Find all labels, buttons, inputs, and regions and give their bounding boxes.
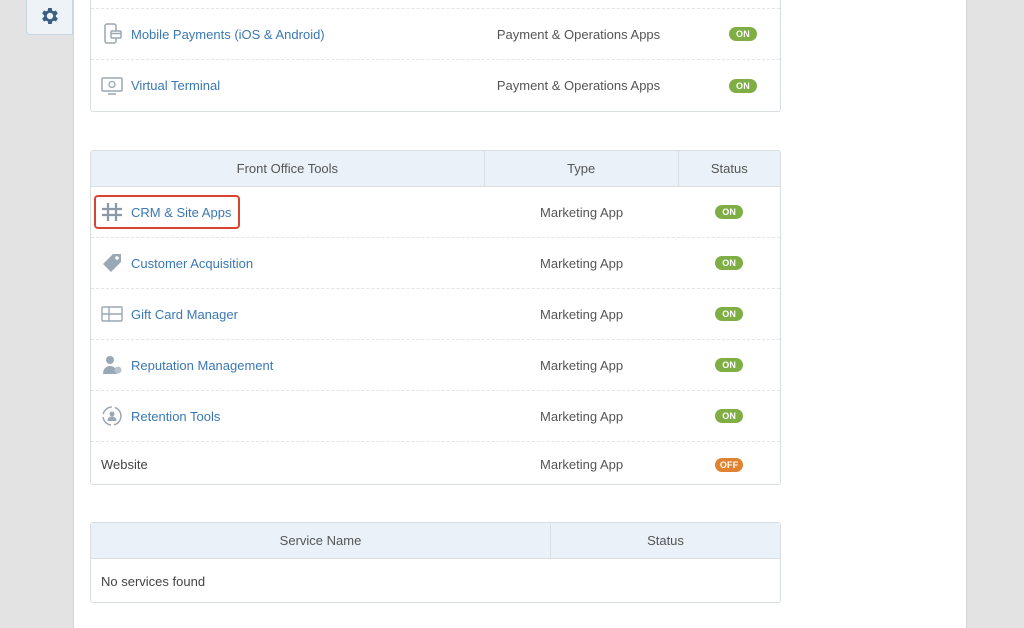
type-cell: Marketing App <box>540 457 624 472</box>
table-row: Website Marketing App OFF <box>91 442 780 484</box>
gift-card-manager-link[interactable]: Gift Card Manager <box>131 307 238 322</box>
mobile-payments-link[interactable]: Mobile Payments (iOS & Android) <box>131 27 325 42</box>
payment-apps-table: Mobile Payments (iOS & Android) Payment … <box>90 0 781 112</box>
crm-site-apps-link[interactable]: CRM & Site Apps <box>131 205 231 220</box>
table-row: Customer Acquisition Marketing App ON <box>91 238 780 289</box>
table-row: Reputation Management Marketing App ON <box>91 340 780 391</box>
status-badge[interactable]: ON <box>729 78 757 93</box>
settings-tab[interactable] <box>26 0 73 35</box>
table-row: Mobile Payments (iOS & Android) Payment … <box>91 9 780 60</box>
status-badge[interactable]: ON <box>715 205 744 219</box>
column-header-name[interactable]: Front Office Tools <box>91 151 485 186</box>
status-badge[interactable]: OFF <box>715 457 744 472</box>
gear-icon <box>39 5 61 30</box>
virtual-terminal-icon <box>101 75 123 97</box>
virtual-terminal-link[interactable]: Virtual Terminal <box>131 78 220 93</box>
gift-card-icon <box>101 303 123 325</box>
column-header-type[interactable]: Type <box>485 151 679 186</box>
table-row: Retention Tools Marketing App ON <box>91 391 780 442</box>
status-badge[interactable]: ON <box>729 27 757 41</box>
type-cell: Marketing App <box>540 306 624 322</box>
front-office-table: Front Office Tools Type Status CRM & Sit… <box>90 150 781 485</box>
person-star-icon <box>101 354 123 376</box>
mobile-payments-icon <box>101 23 123 45</box>
status-badge[interactable]: ON <box>715 256 744 270</box>
services-table: Service Name Status No services found <box>90 522 781 603</box>
type-cell: Payment & Operations Apps <box>496 26 661 42</box>
retention-tools-link[interactable]: Retention Tools <box>131 409 220 424</box>
puzzle-icon <box>101 201 123 223</box>
type-cell: Marketing App <box>540 408 624 424</box>
reputation-management-link[interactable]: Reputation Management <box>131 358 273 373</box>
empty-message: No services found <box>101 574 206 589</box>
column-header-status[interactable]: Status <box>679 151 780 186</box>
table-row: CRM & Site Apps Marketing App ON <box>91 187 780 238</box>
column-header-service-name[interactable]: Service Name <box>91 523 551 558</box>
highlight-box: CRM & Site Apps <box>93 195 241 229</box>
retention-icon <box>101 405 123 427</box>
table-row: Gift Card Manager Marketing App ON <box>91 289 780 340</box>
empty-row: No services found <box>91 559 780 602</box>
column-header-status[interactable]: Status <box>551 523 780 558</box>
status-badge[interactable]: ON <box>715 307 744 321</box>
table-header: Front Office Tools Type Status <box>91 151 780 187</box>
website-label: Website <box>101 457 148 472</box>
customer-acquisition-link[interactable]: Customer Acquisition <box>131 256 253 271</box>
type-cell: Payment & Operations Apps <box>496 78 661 93</box>
type-cell: Marketing App <box>540 255 624 271</box>
tag-icon <box>101 252 123 274</box>
type-cell: Marketing App <box>540 204 624 220</box>
type-cell: Marketing App <box>540 357 624 373</box>
table-header: Service Name Status <box>91 523 780 559</box>
status-badge[interactable]: ON <box>715 409 744 423</box>
table-row: Virtual Terminal Payment & Operations Ap… <box>91 60 780 111</box>
status-badge[interactable]: ON <box>715 358 744 372</box>
